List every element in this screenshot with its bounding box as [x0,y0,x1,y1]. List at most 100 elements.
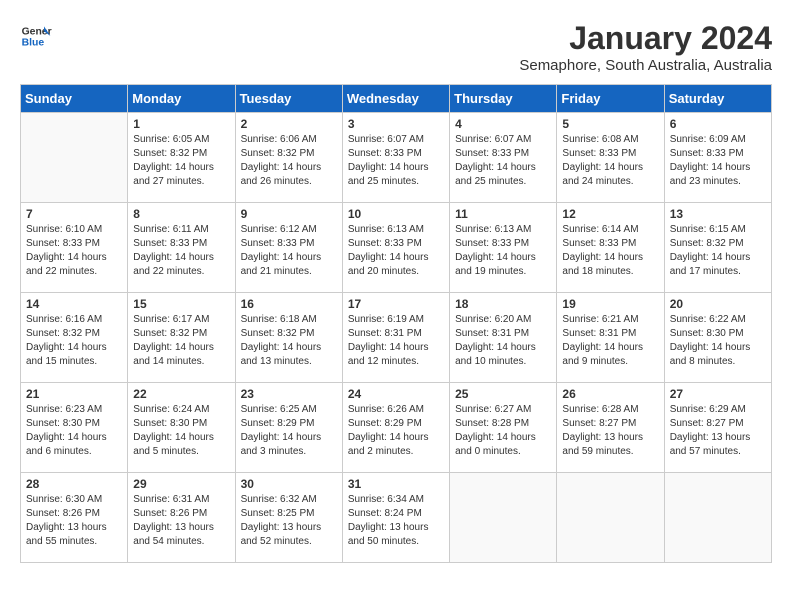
day-content: Sunrise: 6:17 AM Sunset: 8:32 PM Dayligh… [133,313,229,369]
day-content: Sunrise: 6:25 AM Sunset: 8:29 PM Dayligh… [241,403,337,459]
calendar-cell: 9Sunrise: 6:12 AM Sunset: 8:33 PM Daylig… [235,203,342,293]
day-content: Sunrise: 6:07 AM Sunset: 8:33 PM Dayligh… [348,133,444,189]
day-number: 16 [241,297,337,311]
day-number: 1 [133,117,229,131]
day-content: Sunrise: 6:21 AM Sunset: 8:31 PM Dayligh… [562,313,658,369]
calendar-cell: 3Sunrise: 6:07 AM Sunset: 8:33 PM Daylig… [342,113,449,203]
day-content: Sunrise: 6:11 AM Sunset: 8:33 PM Dayligh… [133,223,229,279]
day-content: Sunrise: 6:12 AM Sunset: 8:33 PM Dayligh… [241,223,337,279]
day-number: 15 [133,297,229,311]
month-year-title: January 2024 [519,20,772,57]
day-header-wednesday: Wednesday [342,85,449,113]
calendar-cell: 29 Sunrise: 6:31 AM Sunset: 8:26 PM Dayli… [128,473,235,563]
calendar-cell [664,473,771,563]
day-content: Sunrise: 6:05 AM Sunset: 8:32 PM Dayligh… [133,133,229,189]
day-content: Sunrise: 6:08 AM Sunset: 8:33 PM Dayligh… [562,133,658,189]
day-number: 20 [670,297,766,311]
day-number: 5 [562,117,658,131]
day-content: Sunrise: 6:30 AM Sunset: 8:26 PM Dayligh… [26,493,122,549]
day-content: Sunrise: 6:20 AM Sunset: 8:31 PM Dayligh… [455,313,551,369]
day-content: Sunrise: 6:26 AM Sunset: 8:29 PM Dayligh… [348,403,444,459]
day-number: 26 [562,387,658,401]
calendar-cell: 27Sunrise: 6:29 AM Sunset: 8:27 PM Dayli… [664,383,771,473]
calendar-cell: 15 Sunrise: 6:17 AM Sunset: 8:32 PM Dayli… [128,293,235,383]
day-number: 4 [455,117,551,131]
day-content: Sunrise: 6:22 AM Sunset: 8:30 PM Dayligh… [670,313,766,369]
calendar-cell: 10 Sunrise: 6:13 AM Sunset: 8:33 PM Dayli… [342,203,449,293]
day-number: 28 [26,477,122,491]
calendar-cell: 24 Sunrise: 6:26 AM Sunset: 8:29 PM Dayli… [342,383,449,473]
calendar-cell: 19 Sunrise: 6:21 AM Sunset: 8:31 PM Dayli… [557,293,664,383]
calendar-cell: 31 Sunrise: 6:34 AM Sunset: 8:24 PM Dayli… [342,473,449,563]
day-number: 2 [241,117,337,131]
day-content: Sunrise: 6:31 AM Sunset: 8:26 PM Dayligh… [133,493,229,549]
calendar-cell: 25Sunrise: 6:27 AM Sunset: 8:28 PM Dayli… [450,383,557,473]
day-content: Sunrise: 6:34 AM Sunset: 8:24 PM Dayligh… [348,493,444,549]
day-number: 13 [670,207,766,221]
day-content: Sunrise: 6:32 AM Sunset: 8:25 PM Dayligh… [241,493,337,549]
day-content: Sunrise: 6:27 AM Sunset: 8:28 PM Dayligh… [455,403,551,459]
day-content: Sunrise: 6:23 AM Sunset: 8:30 PM Dayligh… [26,403,122,459]
day-number: 29 [133,477,229,491]
calendar-cell [21,113,128,203]
calendar-cell: 20 Sunrise: 6:22 AM Sunset: 8:30 PM Dayli… [664,293,771,383]
location-subtitle: Semaphore, South Australia, Australia [519,57,772,74]
day-number: 7 [26,207,122,221]
day-header-thursday: Thursday [450,85,557,113]
day-number: 30 [241,477,337,491]
calendar-cell: 22Sunrise: 6:24 AM Sunset: 8:30 PM Dayli… [128,383,235,473]
calendar-cell: 30 Sunrise: 6:32 AM Sunset: 8:25 PM Dayli… [235,473,342,563]
day-number: 21 [26,387,122,401]
calendar-cell: 26 Sunrise: 6:28 AM Sunset: 8:27 PM Dayli… [557,383,664,473]
day-header-tuesday: Tuesday [235,85,342,113]
day-content: Sunrise: 6:14 AM Sunset: 8:33 PM Dayligh… [562,223,658,279]
calendar-table: SundayMondayTuesdayWednesdayThursdayFrid… [20,84,772,563]
day-number: 17 [348,297,444,311]
day-content: Sunrise: 6:13 AM Sunset: 8:33 PM Dayligh… [455,223,551,279]
day-number: 6 [670,117,766,131]
day-number: 22 [133,387,229,401]
day-number: 31 [348,477,444,491]
day-header-saturday: Saturday [664,85,771,113]
calendar-cell: 1 Sunrise: 6:05 AM Sunset: 8:32 PM Daylig… [128,113,235,203]
day-content: Sunrise: 6:13 AM Sunset: 8:33 PM Dayligh… [348,223,444,279]
day-content: Sunrise: 6:07 AM Sunset: 8:33 PM Dayligh… [455,133,551,189]
calendar-cell [557,473,664,563]
calendar-cell: 21 Sunrise: 6:23 AM Sunset: 8:30 PM Dayli… [21,383,128,473]
day-number: 10 [348,207,444,221]
day-content: Sunrise: 6:09 AM Sunset: 8:33 PM Dayligh… [670,133,766,189]
calendar-cell: 18 Sunrise: 6:20 AM Sunset: 8:31 PM Dayli… [450,293,557,383]
calendar-cell [450,473,557,563]
calendar-cell: 6 Sunrise: 6:09 AM Sunset: 8:33 PM Daylig… [664,113,771,203]
day-content: Sunrise: 6:18 AM Sunset: 8:32 PM Dayligh… [241,313,337,369]
day-number: 24 [348,387,444,401]
calendar-cell: 4 Sunrise: 6:07 AM Sunset: 8:33 PM Daylig… [450,113,557,203]
day-number: 19 [562,297,658,311]
calendar-cell: 8 Sunrise: 6:11 AM Sunset: 8:33 PM Daylig… [128,203,235,293]
day-header-sunday: Sunday [21,85,128,113]
day-number: 8 [133,207,229,221]
day-content: Sunrise: 6:15 AM Sunset: 8:32 PM Dayligh… [670,223,766,279]
logo-icon: General Blue [20,20,52,52]
page-header: General Blue January 2024 Semaphore, Sou… [20,20,772,74]
day-number: 18 [455,297,551,311]
day-content: Sunrise: 6:19 AM Sunset: 8:31 PM Dayligh… [348,313,444,369]
day-header-friday: Friday [557,85,664,113]
calendar-cell: 16 Sunrise: 6:18 AM Sunset: 8:32 PM Dayli… [235,293,342,383]
day-content: Sunrise: 6:28 AM Sunset: 8:27 PM Dayligh… [562,403,658,459]
svg-text:Blue: Blue [22,38,45,49]
calendar-cell: 14 Sunrise: 6:16 AM Sunset: 8:32 PM Dayli… [21,293,128,383]
calendar-cell: 7 Sunrise: 6:10 AM Sunset: 8:33 PM Daylig… [21,203,128,293]
day-content: Sunrise: 6:06 AM Sunset: 8:32 PM Dayligh… [241,133,337,189]
calendar-cell: 23 Sunrise: 6:25 AM Sunset: 8:29 PM Dayli… [235,383,342,473]
day-header-monday: Monday [128,85,235,113]
day-number: 23 [241,387,337,401]
calendar-cell: 13 Sunrise: 6:15 AM Sunset: 8:32 PM Dayli… [664,203,771,293]
day-content: Sunrise: 6:10 AM Sunset: 8:33 PM Dayligh… [26,223,122,279]
calendar-cell: 11Sunrise: 6:13 AM Sunset: 8:33 PM Dayli… [450,203,557,293]
day-content: Sunrise: 6:16 AM Sunset: 8:32 PM Dayligh… [26,313,122,369]
day-number: 12 [562,207,658,221]
day-content: Sunrise: 6:29 AM Sunset: 8:27 PM Dayligh… [670,403,766,459]
day-number: 14 [26,297,122,311]
logo: General Blue [20,20,52,52]
